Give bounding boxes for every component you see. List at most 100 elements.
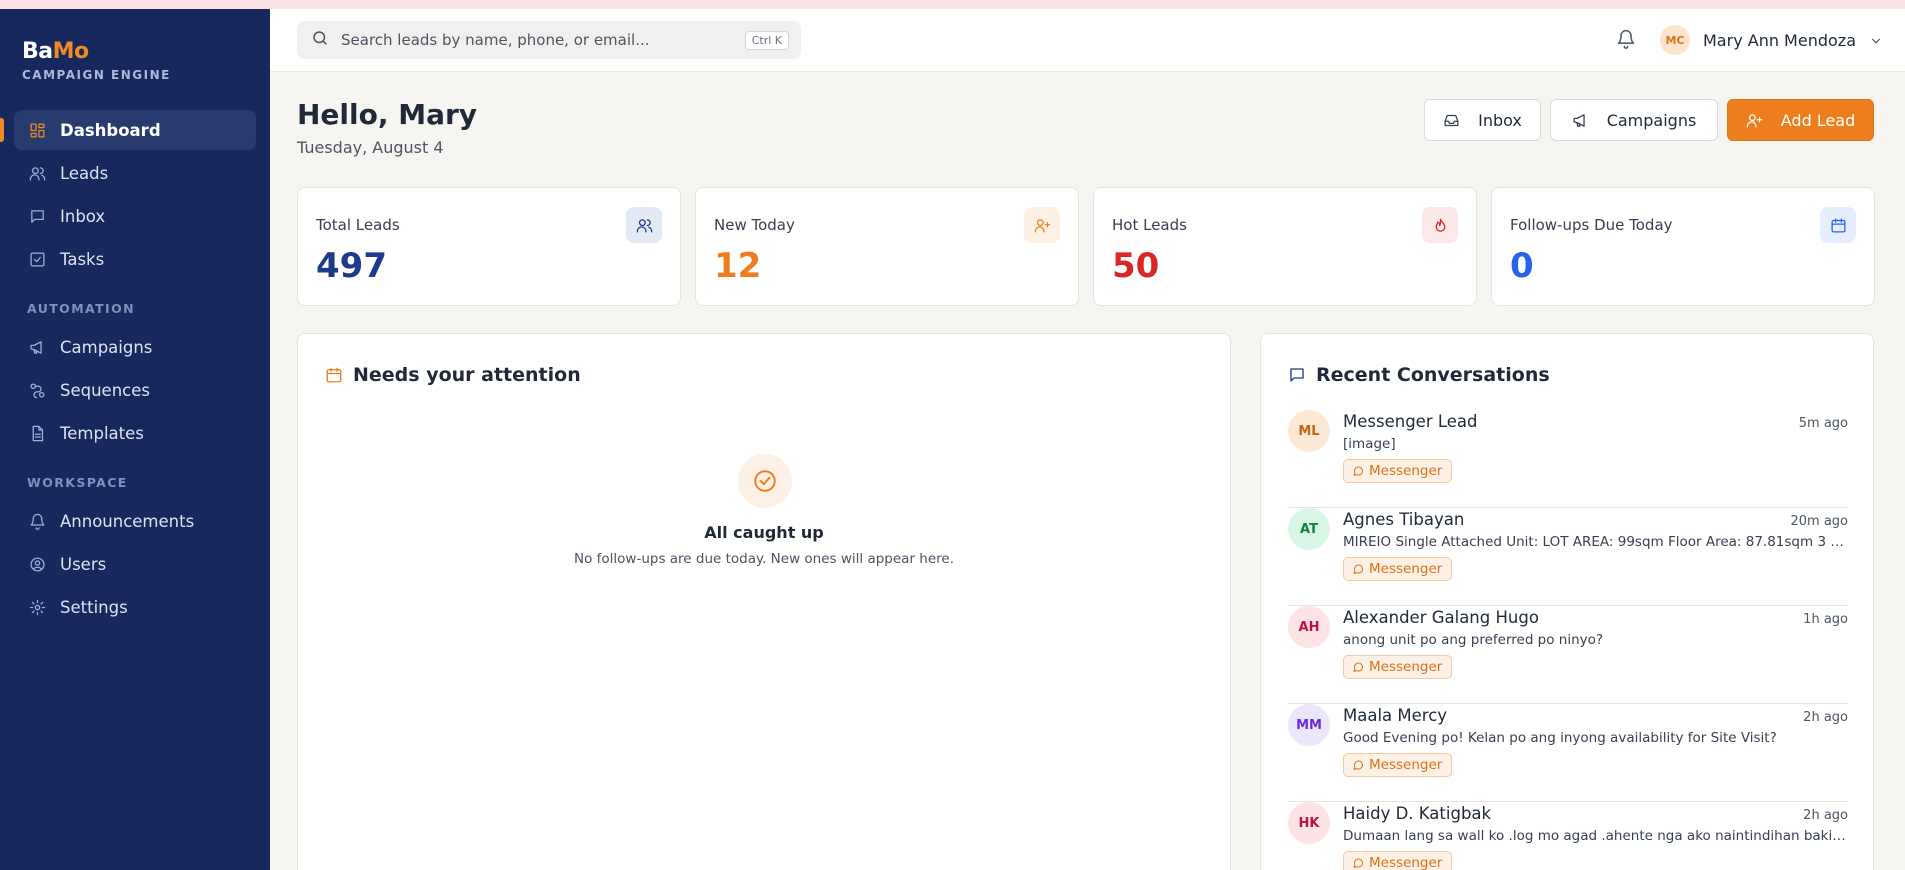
user-menu[interactable]: MC Mary Ann Mendoza — [1660, 25, 1883, 55]
sidebar-item-announcements[interactable]: Announcements — [14, 501, 256, 541]
avatar: ML — [1288, 410, 1330, 452]
search-input[interactable] — [341, 31, 731, 49]
conversation-time: 2h ago — [1803, 808, 1848, 823]
conversation-item[interactable]: AT Agnes Tibayan 20m ago MIREIO Single A… — [1288, 508, 1848, 606]
stat-value: 0 — [1510, 246, 1534, 286]
sidebar-item-tasks[interactable]: Tasks — [14, 239, 256, 279]
sidebar-item-leads[interactable]: Leads — [14, 153, 256, 193]
search-icon — [311, 29, 329, 51]
panel-title: Recent Conversations — [1288, 364, 1550, 386]
stat-label: Hot Leads — [1112, 216, 1187, 234]
message-circle-icon — [1353, 858, 1364, 868]
stat-card-hot-leads[interactable]: Hot Leads 50 — [1093, 187, 1477, 306]
add-lead-button[interactable]: Add Lead — [1727, 99, 1874, 141]
sidebar-item-users[interactable]: Users — [14, 544, 256, 584]
bell-icon — [28, 512, 46, 530]
panel-title: Needs your attention — [325, 364, 581, 386]
conversation-item[interactable]: HK Haidy D. Katigbak 2h ago Dumaan lang … — [1288, 802, 1848, 870]
search-bar[interactable]: Ctrl K — [297, 21, 801, 59]
active-indicator — [0, 118, 4, 142]
sequence-icon — [28, 381, 46, 399]
conversation-time: 20m ago — [1790, 514, 1848, 529]
section-label-automation: AUTOMATION — [27, 300, 136, 316]
conversation-time: 5m ago — [1798, 416, 1848, 431]
conversation-preview: Dumaan lang sa wall ko .log mo agad .ahe… — [1343, 828, 1848, 844]
stat-card-new-today[interactable]: New Today 12 — [695, 187, 1079, 306]
sidebar-item-campaigns[interactable]: Campaigns — [14, 327, 256, 367]
campaigns-button[interactable]: Campaigns — [1550, 99, 1718, 141]
conversation-time: 2h ago — [1803, 710, 1848, 725]
chat-icon — [1290, 368, 1304, 382]
sidebar-item-templates[interactable]: Templates — [14, 413, 256, 453]
conversation-name: Messenger Lead — [1343, 412, 1478, 431]
conversation-preview: [image] — [1343, 436, 1396, 452]
message-circle-icon — [1353, 564, 1364, 574]
stat-value: 12 — [714, 246, 762, 286]
sidebar-item-settings[interactable]: Settings — [14, 587, 256, 627]
notifications-bell-icon[interactable] — [1616, 29, 1638, 51]
avatar: AT — [1288, 508, 1330, 550]
brand-subtitle: CAMPAIGN ENGINE — [22, 68, 171, 82]
sidebar-item-label: Campaigns — [60, 337, 153, 357]
sidebar-nav: Dashboard Leads Inbox Tasks AUTOMATION C… — [0, 110, 256, 630]
page-date: Tuesday, August 4 — [297, 138, 444, 157]
check-circle-icon — [738, 454, 792, 508]
page-title: Hello, Mary — [297, 98, 478, 131]
conversation-preview: Good Evening po! Kelan po ang inyong ava… — [1343, 730, 1777, 746]
megaphone-icon — [1573, 113, 1585, 127]
sidebar-item-label: Tasks — [60, 249, 105, 269]
conversation-time: 1h ago — [1803, 612, 1848, 627]
conversation-item[interactable]: AH Alexander Galang Hugo 1h ago anong un… — [1288, 606, 1848, 704]
user-name: Mary Ann Mendoza — [1703, 30, 1856, 50]
sidebar-item-label: Dashboard — [60, 120, 161, 140]
stat-value: 497 — [316, 246, 387, 286]
sidebar-item-label: Templates — [60, 423, 144, 443]
sidebar-item-dashboard[interactable]: Dashboard — [0, 110, 256, 150]
dashboard-icon — [28, 121, 46, 139]
section-label-workspace: WORKSPACE — [27, 474, 128, 490]
megaphone-icon — [28, 338, 46, 356]
avatar: MC — [1660, 25, 1690, 55]
brand-logo[interactable]: BaMo — [22, 39, 171, 64]
message-circle-icon — [1353, 466, 1364, 476]
sidebar-item-inbox[interactable]: Inbox — [14, 196, 256, 236]
sidebar-item-label: Sequences — [60, 380, 150, 400]
conversation-item[interactable]: ML Messenger Lead 5m ago [image] Messeng… — [1288, 410, 1848, 508]
user-plus-icon — [1746, 113, 1762, 128]
user-plus-icon — [1024, 207, 1060, 243]
empty-state-title: All caught up — [704, 523, 824, 542]
document-icon — [28, 424, 46, 442]
brand: BaMo CAMPAIGN ENGINE — [22, 39, 171, 82]
sidebar-item-label: Leads — [60, 163, 109, 183]
channel-badge: Messenger — [1343, 851, 1453, 870]
conversation-preview: MIREIO Single Attached Unit: LOT AREA: 9… — [1343, 534, 1848, 550]
conversation-list: ML Messenger Lead 5m ago [image] Messeng… — [1288, 410, 1848, 870]
channel-badge: Messenger — [1343, 655, 1453, 679]
conversation-name: Haidy D. Katigbak — [1343, 804, 1492, 823]
stat-label: Follow-ups Due Today — [1510, 216, 1673, 234]
top-accent-strip — [0, 0, 1905, 9]
inbox-icon — [1444, 114, 1459, 126]
flame-icon — [1422, 207, 1458, 243]
sidebar-item-label: Announcements — [60, 511, 195, 531]
conversation-name: Maala Mercy — [1343, 706, 1448, 725]
inbox-button[interactable]: Inbox — [1424, 99, 1541, 141]
needs-attention-panel: Needs your attention All caught up No fo… — [297, 333, 1231, 870]
empty-state-text: No follow-ups are due today. New ones wi… — [574, 551, 954, 567]
calendar-icon — [326, 367, 342, 383]
sidebar-item-sequences[interactable]: Sequences — [14, 370, 256, 410]
sidebar: BaMo CAMPAIGN ENGINE Dashboard Leads Inb… — [0, 9, 270, 870]
calendar-icon — [1820, 207, 1856, 243]
conversation-preview: anong unit po ang preferred po ninyo? — [1343, 632, 1604, 648]
conversation-item[interactable]: MM Maala Mercy 2h ago Good Evening po! K… — [1288, 704, 1848, 802]
panel-title-text: Recent Conversations — [1316, 364, 1550, 386]
recent-conversations-panel: Recent Conversations ML Messenger Lead 5… — [1260, 333, 1874, 870]
inbox-button-label: Inbox — [1478, 110, 1522, 130]
user-circle-icon — [28, 555, 46, 573]
stat-label: New Today — [714, 216, 795, 234]
stat-card-total-leads[interactable]: Total Leads 497 — [297, 187, 681, 306]
sidebar-item-label: Inbox — [60, 206, 106, 226]
avatar: AH — [1288, 606, 1330, 648]
conversation-name: Agnes Tibayan — [1343, 510, 1465, 529]
stat-card-follow-ups[interactable]: Follow-ups Due Today 0 — [1491, 187, 1875, 306]
